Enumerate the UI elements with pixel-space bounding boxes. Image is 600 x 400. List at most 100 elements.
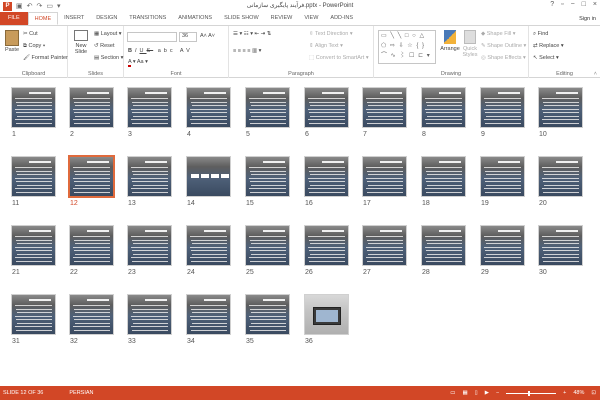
font-size-input[interactable]: 36: [179, 32, 197, 42]
tab-slide-show[interactable]: SLIDE SHOW: [218, 12, 265, 25]
tab-design[interactable]: DESIGN: [90, 12, 123, 25]
shape-effects-button[interactable]: ◎ Shape Effects ▾: [481, 55, 526, 61]
layout-button[interactable]: ▦ Layout ▾: [94, 31, 122, 37]
slide-thumbnail[interactable]: [186, 225, 231, 266]
slide-thumbnail[interactable]: [480, 87, 525, 128]
slide-thumbnail[interactable]: [186, 294, 231, 335]
text-direction-button[interactable]: ⇳ Text Direction ▾: [309, 31, 353, 37]
format-painter-button[interactable]: 🖌 Format Painter: [23, 55, 68, 61]
collapse-ribbon-icon[interactable]: ˄: [594, 71, 597, 77]
select-button[interactable]: ↖ Select ▾: [533, 55, 559, 61]
slide-thumbnail[interactable]: [69, 87, 114, 128]
slide-thumbnail[interactable]: [362, 156, 407, 197]
tab-animations[interactable]: ANIMATIONS: [172, 12, 218, 25]
bold-button[interactable]: B: [128, 48, 135, 54]
slide-number: 9: [481, 131, 485, 138]
copy-button[interactable]: ⧉ Copy ▾: [23, 43, 45, 50]
slide-thumbnail[interactable]: [11, 87, 56, 128]
slide-thumbnail[interactable]: [538, 156, 583, 197]
ribbon-display-icon[interactable]: ▫: [561, 1, 563, 8]
reading-view-icon[interactable]: ▯: [475, 390, 478, 396]
shapes-gallery[interactable]: ▭ ╲ ╲ □ ○ △ ⬠ ⇨ ⇩ ☆ { } ⌒ ∿ ⌇ ☐ ⊏ ▾: [378, 30, 436, 64]
tab-transitions[interactable]: TRANSITIONS: [123, 12, 172, 25]
zoom-slider[interactable]: [506, 390, 557, 396]
tab-review[interactable]: REVIEW: [265, 12, 299, 25]
grow-font-icon[interactable]: A˄ A˅: [200, 33, 215, 39]
language-indicator[interactable]: PERSIAN: [43, 390, 93, 396]
section-button[interactable]: ▤ Section ▾: [94, 55, 123, 61]
slide-thumbnail[interactable]: [304, 87, 349, 128]
slide-thumbnail[interactable]: [11, 156, 56, 197]
status-bar: SLIDE 12 OF 36 PERSIAN ▭ ▦ ▯ ▶ − + 48% ⊡: [0, 386, 600, 400]
tab-add-ins[interactable]: ADD-INS: [324, 12, 359, 25]
slide-thumbnail[interactable]: [245, 225, 290, 266]
slide-number: 12: [70, 200, 78, 207]
paste-button[interactable]: Paste: [3, 30, 21, 53]
slide-thumbnail[interactable]: [127, 156, 172, 197]
slide-thumbnail[interactable]: [480, 156, 525, 197]
arrange-button[interactable]: Arrange: [440, 30, 460, 52]
new-slide-button[interactable]: New Slide: [71, 30, 91, 55]
shape-fill-button[interactable]: ◆ Shape Fill ▾: [481, 31, 516, 37]
zoom-out-button[interactable]: −: [496, 390, 499, 396]
help-icon[interactable]: ?: [550, 1, 554, 8]
font-name-input[interactable]: [127, 32, 177, 42]
slide-thumbnail[interactable]: [127, 225, 172, 266]
close-icon[interactable]: ×: [593, 1, 597, 8]
slide-thumbnail[interactable]: [362, 87, 407, 128]
cut-button[interactable]: ✂ Cut: [23, 31, 38, 37]
slide-number: 18: [422, 200, 430, 207]
fit-slide-icon[interactable]: ⊡: [591, 390, 596, 396]
slide-thumbnail[interactable]: [245, 294, 290, 335]
zoom-level[interactable]: 48%: [573, 390, 584, 396]
align-text-button[interactable]: ⇕ Align Text ▾: [309, 43, 343, 49]
find-button[interactable]: ⌕ Find: [533, 31, 548, 38]
zoom-slider-handle[interactable]: [528, 390, 531, 396]
slide-thumbnail[interactable]: [421, 87, 466, 128]
slide-thumbnail[interactable]: [362, 225, 407, 266]
sorter-view-icon[interactable]: ▦: [462, 390, 467, 396]
tab-view[interactable]: VIEW: [298, 12, 324, 25]
slide-thumbnail[interactable]: [69, 294, 114, 335]
slide-thumbnail[interactable]: [304, 225, 349, 266]
slide-thumbnail[interactable]: [127, 87, 172, 128]
reset-button[interactable]: ↺ Reset: [94, 43, 115, 49]
font-color-icon[interactable]: A ▾ Aa ▾: [128, 59, 148, 67]
slide-thumbnail[interactable]: [245, 87, 290, 128]
normal-view-icon[interactable]: ▭: [450, 390, 455, 396]
slide-thumbnail[interactable]: [186, 156, 231, 197]
slide-thumbnail[interactable]: [127, 294, 172, 335]
slide-thumbnail[interactable]: [11, 225, 56, 266]
strikethrough-button[interactable]: S: [147, 48, 154, 54]
maximize-icon[interactable]: □: [582, 1, 586, 8]
tab-file[interactable]: FILE: [0, 12, 28, 25]
slide-number: 8: [422, 131, 426, 138]
zoom-in-button[interactable]: +: [563, 390, 566, 396]
slide-thumbnail[interactable]: [538, 225, 583, 266]
slide-thumbnail[interactable]: [11, 294, 56, 335]
slide-thumbnail[interactable]: [245, 156, 290, 197]
minimize-icon[interactable]: −: [571, 1, 575, 8]
slide-thumbnail[interactable]: [69, 225, 114, 266]
slide-thumbnail[interactable]: [421, 156, 466, 197]
slide-thumbnail[interactable]: [186, 87, 231, 128]
underline-button[interactable]: U: [140, 48, 147, 54]
slide-thumbnail[interactable]: [538, 87, 583, 128]
quick-styles-button[interactable]: Quick Styles: [461, 30, 479, 58]
tab-insert[interactable]: INSERT: [58, 12, 90, 25]
slide-thumbnail[interactable]: [304, 294, 349, 335]
bullets-icon[interactable]: ☰ ▾ ☷ ▾ ⇤ ⇥ ⇅: [233, 31, 271, 37]
sign-in-link[interactable]: Sign in: [579, 16, 596, 22]
replace-button[interactable]: ⇄ Replace ▾: [533, 43, 564, 49]
slide-thumbnail[interactable]: [421, 225, 466, 266]
align-icons[interactable]: ≡ ≡ ≡ ≡ ▥ ▾: [233, 48, 261, 54]
slide-thumbnail[interactable]: [68, 155, 115, 198]
shape-outline-button[interactable]: ✎ Shape Outline ▾: [481, 43, 526, 49]
slide-thumbnail[interactable]: [480, 225, 525, 266]
tab-home[interactable]: HOME: [27, 12, 59, 25]
char-spacing-button[interactable]: AV: [180, 48, 193, 54]
slideshow-view-icon[interactable]: ▶: [485, 390, 489, 396]
slide-thumbnail[interactable]: [304, 156, 349, 197]
convert-smartart-button[interactable]: ⬚ Convert to SmartArt ▾: [309, 55, 369, 61]
shadow-button[interactable]: abc: [158, 48, 176, 54]
